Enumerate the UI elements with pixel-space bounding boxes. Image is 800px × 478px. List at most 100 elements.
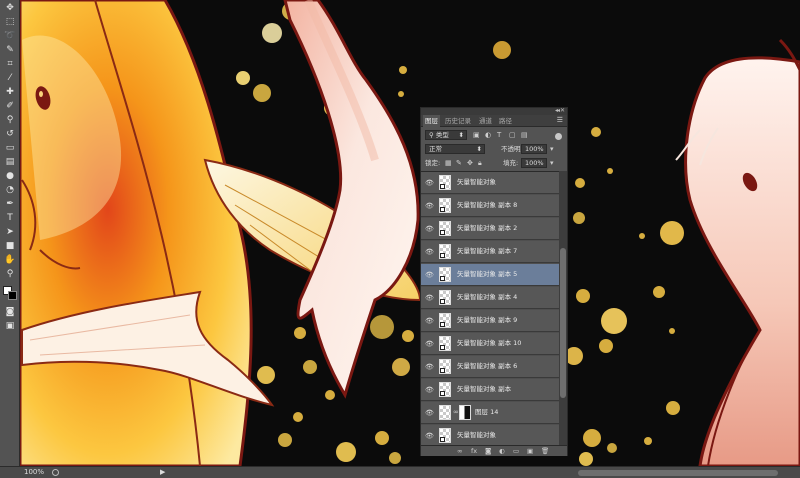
visibility-eye-icon[interactable]: 👁︎ — [425, 432, 434, 440]
path-select-tool-icon[interactable]: ➤ — [3, 226, 17, 238]
fx-icon[interactable]: fx — [471, 447, 477, 456]
layer-thumbnail — [439, 267, 451, 282]
close-panel-icon[interactable]: ✕ — [560, 107, 565, 114]
visibility-eye-icon[interactable]: 👁︎ — [425, 225, 434, 233]
quick-select-tool-icon[interactable]: ✎ — [3, 44, 17, 56]
fill-field[interactable]: 100% — [521, 158, 547, 168]
type-tool-icon[interactable]: T — [3, 212, 17, 224]
layer-name: 矢量智能对象 副本 9 — [457, 316, 518, 324]
hand-tool-icon[interactable]: ✋ — [3, 254, 17, 266]
history-brush-tool-icon[interactable]: ↺ — [3, 128, 17, 140]
lock-position-icon[interactable]: ✥ — [467, 158, 473, 168]
layer-row[interactable]: 👁︎ 矢量智能对象 — [421, 172, 559, 194]
visibility-eye-icon[interactable]: 👁︎ — [425, 179, 434, 187]
document-info-icon[interactable] — [52, 469, 59, 476]
layer-mask-thumbnail[interactable] — [459, 405, 471, 420]
collapse-panel-icon[interactable]: ◂◂ — [555, 107, 560, 114]
mask-link-icon[interactable]: ∞ — [453, 408, 459, 416]
blur-tool-icon[interactable]: ● — [3, 170, 17, 182]
visibility-eye-icon[interactable]: 👁︎ — [425, 386, 434, 394]
pen-tool-icon[interactable]: ✒ — [3, 198, 17, 210]
visibility-eye-icon[interactable]: 👁︎ — [425, 202, 434, 210]
layer-thumbnail — [439, 244, 451, 259]
gradient-tool-icon[interactable]: ▤ — [3, 156, 17, 168]
tab-paths[interactable]: 路径 — [497, 115, 514, 127]
move-tool-icon[interactable]: ✥ — [3, 2, 17, 14]
visibility-eye-icon[interactable]: 👁︎ — [425, 317, 434, 325]
layer-list: 👁︎ 矢量智能对象 👁︎ 矢量智能对象 副本 8 👁︎ 矢量智能对象 副本 2 … — [421, 171, 559, 447]
lock-all-icon[interactable]: 🔒︎ — [478, 158, 482, 168]
healing-brush-tool-icon[interactable]: ✚ — [3, 86, 17, 98]
layer-thumbnail — [439, 313, 451, 328]
smart-object-badge-icon — [440, 299, 445, 304]
eraser-tool-icon[interactable]: ▭ — [3, 142, 17, 154]
smart-object-badge-icon — [440, 368, 445, 373]
zoom-level[interactable]: 100% — [24, 468, 44, 476]
horizontal-scrollbar[interactable] — [578, 470, 778, 476]
filter-toggle-icon[interactable] — [555, 133, 562, 140]
document-canvas[interactable] — [0, 0, 800, 478]
layer-name: 矢量智能对象 副本 10 — [457, 339, 522, 347]
brush-tool-icon[interactable]: ✐ — [3, 100, 17, 112]
lock-image-icon[interactable]: ✎ — [456, 158, 462, 168]
folder-icon[interactable]: ▭ — [513, 447, 519, 456]
crop-tool-icon[interactable]: ⌗ — [3, 58, 17, 70]
visibility-eye-icon[interactable]: 👁︎ — [425, 271, 434, 279]
filter-smart-object-icon[interactable]: ▤ — [521, 130, 528, 140]
tab-channels[interactable]: 通道 — [477, 115, 494, 127]
layer-thumbnail — [439, 428, 451, 443]
link-icon[interactable]: ∞ — [457, 447, 462, 456]
marquee-tool-icon[interactable]: ⬚ — [3, 16, 17, 28]
layer-row[interactable]: 👁︎ 矢量智能对象 副本 4 — [421, 287, 559, 309]
tab-layers[interactable]: 图层 — [423, 115, 440, 127]
filter-shape-icon[interactable]: ▢ — [509, 130, 516, 140]
opacity-field[interactable]: 100% — [521, 144, 547, 154]
new-layer-icon[interactable]: ▣ — [527, 447, 533, 456]
filter-adjustment-icon[interactable]: ◐ — [485, 130, 491, 140]
panel-title-strip[interactable]: ◂◂ ✕ — [421, 107, 567, 115]
filter-type-icon[interactable]: T — [497, 130, 501, 140]
layer-name: 矢量智能对象 副本 — [457, 385, 512, 393]
shape-tool-icon[interactable]: ■ — [3, 240, 17, 252]
layers-scrollbar-thumb[interactable] — [560, 248, 566, 398]
layer-row[interactable]: 👁︎ 矢量智能对象 副本 8 — [421, 195, 559, 217]
visibility-eye-icon[interactable]: 👁︎ — [425, 294, 434, 302]
zoom-tool-icon[interactable]: ⚲ — [3, 268, 17, 280]
opacity-dropdown-icon[interactable]: ▾ — [550, 144, 554, 154]
tab-history[interactable]: 历史记录 — [443, 115, 473, 127]
layer-row[interactable]: 👁︎ 矢量智能对象 副本 10 — [421, 333, 559, 355]
filter-pixel-icon[interactable]: ▣ — [473, 130, 480, 140]
smart-object-badge-icon — [440, 184, 445, 189]
smart-object-badge-icon — [440, 345, 445, 350]
layer-row[interactable]: 👁︎ 矢量智能对象 副本 2 — [421, 218, 559, 240]
lock-transparency-icon[interactable]: ▦ — [445, 158, 452, 168]
mask-icon[interactable]: ◙ — [485, 447, 491, 456]
trash-icon[interactable]: 🗑︎ — [541, 447, 549, 456]
visibility-eye-icon[interactable]: 👁︎ — [425, 409, 434, 417]
background-color-swatch[interactable] — [8, 291, 17, 300]
visibility-eye-icon[interactable]: 👁︎ — [425, 340, 434, 348]
filter-kind-select[interactable]: ⚲ 类型 ⬍ — [425, 130, 467, 140]
screen-mode-icon[interactable]: ▣ — [3, 320, 17, 332]
quick-mask-icon[interactable]: ◙ — [3, 306, 17, 318]
layer-row[interactable]: 👁︎ ∞ 图层 14 — [421, 402, 559, 424]
layer-row[interactable]: 👁︎ 矢量智能对象 副本 9 — [421, 310, 559, 332]
layer-row[interactable]: 👁︎ 矢量智能对象 副本 — [421, 379, 559, 401]
blend-mode-select[interactable]: 正常 ⬍ — [425, 144, 485, 154]
layer-row[interactable]: 👁︎ 矢量智能对象 — [421, 425, 559, 447]
panel-menu-icon[interactable]: ☰ — [557, 115, 563, 126]
status-menu-arrow-icon[interactable]: ▶ — [160, 468, 165, 476]
layer-thumbnail — [439, 359, 451, 374]
adjustment-icon[interactable]: ◐ — [499, 447, 505, 456]
dodge-tool-icon[interactable]: ◔ — [3, 184, 17, 196]
eyedropper-tool-icon[interactable]: ⁄ — [3, 72, 17, 84]
layer-row-selected[interactable]: 👁︎ 矢量智能对象 副本 5 — [421, 264, 559, 286]
clone-stamp-tool-icon[interactable]: ⚲ — [3, 114, 17, 126]
lasso-tool-icon[interactable]: ➰ — [3, 30, 17, 42]
visibility-eye-icon[interactable]: 👁︎ — [425, 248, 434, 256]
lock-label: 锁定: — [425, 159, 441, 167]
layer-row[interactable]: 👁︎ 矢量智能对象 副本 7 — [421, 241, 559, 263]
layer-row[interactable]: 👁︎ 矢量智能对象 副本 6 — [421, 356, 559, 378]
fill-dropdown-icon[interactable]: ▾ — [550, 158, 554, 168]
visibility-eye-icon[interactable]: 👁︎ — [425, 363, 434, 371]
